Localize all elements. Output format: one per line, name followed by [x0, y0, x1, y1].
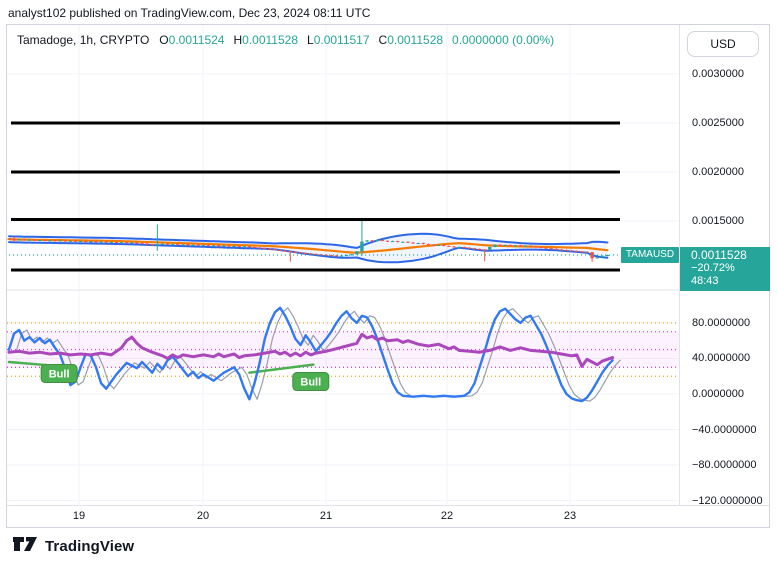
ohlc-low: L0.0011517 — [307, 33, 370, 47]
bar-countdown: 48:43 — [691, 275, 719, 287]
svg-text:Bull: Bull — [49, 369, 70, 381]
svg-text:Bull: Bull — [300, 377, 321, 389]
chart-legend: Tamadoge, 1h, CRYPTO O0.0011524 H0.0011528… — [17, 33, 554, 47]
time-tick-label[interactable]: 23 — [564, 510, 576, 522]
symbol-price-tag: TAMAUSD — [621, 247, 679, 263]
plot-area[interactable]: Bull Bull Tamadoge, 1h, CRYPTO O0.0011524 H… — [7, 25, 679, 505]
time-axis[interactable]: 19 20 21 22 23 — [7, 505, 769, 527]
price-tick-label: 0.0025000 — [692, 117, 744, 129]
ohlc-close: C0.0011528 — [378, 33, 444, 47]
attribution-text: analyst102 published on TradingView.com,… — [8, 6, 371, 20]
price-tick-label: 0.0020000 — [692, 166, 744, 178]
currency-toggle-button[interactable]: USD — [687, 31, 759, 57]
footer: TradingView — [12, 534, 134, 559]
tradingview-logo-text[interactable]: TradingView — [45, 538, 134, 555]
price-axis[interactable]: USD 0.0030000 0.0025000 0.0020000 0.0015000… — [679, 25, 770, 507]
ohlc-open: O0.0011524 — [159, 33, 225, 47]
bull-label: Bull — [40, 364, 78, 384]
indicator-tick-label: 0.0000000 — [692, 388, 744, 400]
candles-series — [7, 221, 610, 262]
bollinger-bands — [7, 232, 609, 264]
time-tick-label[interactable]: 21 — [320, 510, 332, 522]
symbol-title[interactable]: Tamadoge, 1h, CRYPTO — [17, 33, 149, 47]
last-price-axis-label: 0.0011528 −20.72% 48:43 — [680, 247, 770, 291]
bull-label: Bull — [292, 372, 330, 392]
ohlc-high: H0.0011528 — [233, 33, 298, 47]
gridlines — [7, 25, 679, 504]
change-value: 0.0000000 (0.00%) — [452, 33, 555, 47]
oscillator-bands — [7, 322, 679, 377]
time-tick-label[interactable]: 20 — [197, 510, 209, 522]
indicator-tick-label: 80.0000000 — [692, 316, 751, 329]
chart-canvas[interactable]: Bull Bull — [7, 25, 679, 505]
indicator-tick-label: 40.0000000 — [692, 352, 751, 365]
last-price: 0.0011528 — [691, 248, 747, 262]
indicator-tick-label: −80.0000000 — [692, 459, 757, 472]
price-tick-label: 0.0015000 — [692, 215, 744, 227]
price-change-percent: −20.72% — [691, 262, 735, 274]
time-tick-label[interactable]: 22 — [441, 510, 453, 522]
time-tick-label[interactable]: 19 — [73, 510, 85, 522]
tradingview-logo-icon[interactable] — [12, 534, 38, 559]
indicator-tick-label: −40.0000000 — [692, 423, 757, 436]
chart-frame: Bull Bull Tamadoge, 1h, CRYPTO O0.0011524 H… — [6, 24, 770, 528]
price-tick-label: 0.0030000 — [692, 68, 744, 80]
tradingview-snapshot: analyst102 published on TradingView.com,… — [0, 0, 778, 562]
